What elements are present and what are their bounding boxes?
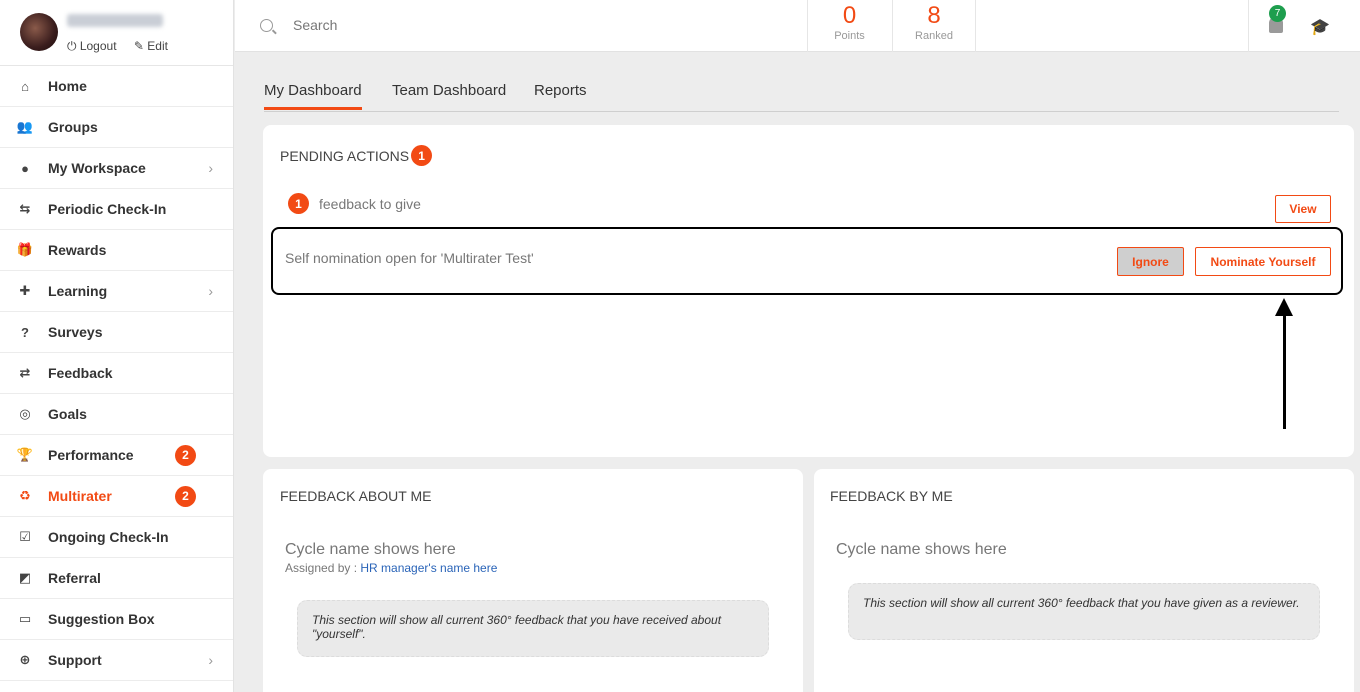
pending-actions-label: PENDING ACTIONS <box>280 147 410 164</box>
sidebar-item-surveys[interactable]: ? Surveys <box>0 312 233 353</box>
points-stat[interactable]: 0 Points <box>807 0 891 52</box>
sidebar-item-feedback[interactable]: ⇄ Feedback <box>0 353 233 394</box>
gift-icon: 🎁 <box>16 242 34 257</box>
feedback-to-give-text: feedback to give <box>319 195 421 212</box>
sidebar-item-label: Goals <box>48 406 87 422</box>
question-icon: ? <box>21 324 29 340</box>
chevron-right-icon: › <box>208 283 213 299</box>
assigned-by-label: Assigned by : <box>285 561 361 575</box>
search-input[interactable]: Search <box>293 17 337 33</box>
sidebar-item-label: Learning <box>48 283 108 299</box>
sidebar-item-label: Suggestion Box <box>48 611 155 627</box>
tab-my-dashboard[interactable]: My Dashboard <box>264 82 362 110</box>
sidebar-item-label: Performance <box>48 447 134 463</box>
feedback-by-me-placeholder: This section will show all current 360° … <box>848 583 1320 640</box>
sidebar-item-label: Groups <box>48 119 98 135</box>
points-value: 0 <box>842 2 857 29</box>
dashboard-tabs: My Dashboard Team Dashboard Reports <box>264 82 1339 112</box>
notification-badge: 7 <box>1269 5 1286 22</box>
sidebar-item-learning[interactable]: ✚ Learning › <box>0 271 233 312</box>
avatar[interactable] <box>20 13 58 51</box>
sidebar-nav: ⌂ Home 👥 Groups ● My Workspace › ⇆ Periodic Chec… <box>0 66 233 681</box>
feedback-count-badge: 1 <box>288 193 309 214</box>
target-icon: ◎ <box>19 406 31 421</box>
groups-icon: 👥 <box>16 119 34 134</box>
ranked-label: Ranked <box>915 30 953 42</box>
sidebar-item-multirater[interactable]: ♻ Multirater 2 <box>0 476 233 517</box>
feedback-by-me-title: FEEDBACK BY ME <box>830 488 953 504</box>
hr-manager-link[interactable]: HR manager's name here <box>360 561 497 575</box>
lifebuoy-icon: ⊕ <box>19 652 31 667</box>
sidebar-item-rewards[interactable]: 🎁 Rewards <box>0 230 233 271</box>
feedback-about-me-card: FEEDBACK ABOUT ME Cycle name shows here … <box>263 469 803 692</box>
sidebar-item-label: My Workspace <box>48 160 146 176</box>
sidebar-item-ongoing-check-in[interactable]: ☑ Ongoing Check-In <box>0 517 233 558</box>
search-icon <box>260 18 273 32</box>
cycle-name: Cycle name shows here <box>285 541 456 558</box>
sidebar-item-label: Rewards <box>48 242 107 258</box>
profile-panel: ⏻ Logout ✎ Edit <box>0 0 233 66</box>
count-badge: 2 <box>175 485 196 507</box>
sidebar-item-performance[interactable]: 🏆 Performance 2 <box>0 435 233 476</box>
pending-count-badge: 1 <box>411 145 433 166</box>
sidebar: ⏻ Logout ✎ Edit ⌂ Home 👥 Groups ● My Workspac… <box>0 0 234 692</box>
sidebar-item-label: Referral <box>48 570 101 586</box>
pending-actions-title: PENDING ACTIONS 1 <box>280 145 433 166</box>
sidebar-item-home[interactable]: ⌂ Home <box>0 66 233 107</box>
arrow-shaft <box>1283 312 1286 429</box>
username-blurred <box>67 14 163 27</box>
share-square-icon: ◩ <box>18 570 32 585</box>
assigned-by: Assigned by : HR manager's name here <box>285 561 497 575</box>
calendar-check-icon: ☑ <box>19 529 31 544</box>
highlight-box <box>271 227 1343 295</box>
retweet-icon: ⇆ <box>19 201 31 216</box>
sidebar-item-label: Home <box>48 78 87 94</box>
user-icon: ● <box>21 160 29 176</box>
trophy-icon: 🏆 <box>16 447 34 462</box>
ranked-value: 8 <box>927 2 941 29</box>
tab-team-dashboard[interactable]: Team Dashboard <box>392 82 506 107</box>
puzzle-icon: ✚ <box>19 283 31 298</box>
sidebar-item-suggestion-box[interactable]: ▭ Suggestion Box <box>0 599 233 640</box>
home-icon: ⌂ <box>21 78 29 94</box>
search-box[interactable]: Search <box>260 17 337 33</box>
logout-link[interactable]: ⏻ Logout <box>67 39 117 53</box>
recycle-icon: ♻ <box>19 488 31 503</box>
points-label: Points <box>834 30 865 42</box>
graduation-cap-icon[interactable]: 🎓 <box>1310 17 1330 37</box>
inbox-icon: ▭ <box>18 611 32 626</box>
notifications-button[interactable]: 7 <box>1248 0 1300 52</box>
feedback-by-me-card: FEEDBACK BY ME Cycle name shows here Thi… <box>814 469 1354 692</box>
sidebar-item-periodic-check-in[interactable]: ⇆ Periodic Check-In <box>0 189 233 230</box>
count-badge: 2 <box>175 444 196 466</box>
sidebar-item-label: Periodic Check-In <box>48 201 167 217</box>
sidebar-item-goals[interactable]: ◎ Goals <box>0 394 233 435</box>
edit-link[interactable]: ✎ Edit <box>134 39 168 53</box>
cycle-name: Cycle name shows here <box>836 541 1007 558</box>
sidebar-item-label: Ongoing Check-In <box>48 529 169 545</box>
top-bar: Search 0 Points 8 Ranked 7 🎓 <box>235 0 1360 52</box>
sidebar-item-label: Feedback <box>48 365 113 381</box>
feedback-about-me-title: FEEDBACK ABOUT ME <box>280 488 432 504</box>
sidebar-item-label: Multirater <box>48 488 112 504</box>
chevron-right-icon: › <box>208 652 213 668</box>
tab-reports[interactable]: Reports <box>534 82 587 107</box>
ranked-stat[interactable]: 8 Ranked <box>892 0 976 52</box>
feedback-to-give-row: 1 feedback to give <box>288 193 421 214</box>
sidebar-item-label: Support <box>48 652 102 668</box>
sidebar-item-support[interactable]: ⊕ Support › <box>0 640 233 681</box>
sidebar-item-groups[interactable]: 👥 Groups <box>0 107 233 148</box>
view-button[interactable]: View <box>1275 195 1331 223</box>
sidebar-item-label: Surveys <box>48 324 103 340</box>
profile-links: ⏻ Logout ✎ Edit <box>67 39 182 54</box>
exchange-icon: ⇄ <box>19 365 31 380</box>
chevron-right-icon: › <box>208 160 213 176</box>
feedback-about-me-placeholder: This section will show all current 360° … <box>297 600 769 657</box>
sidebar-item-referral[interactable]: ◩ Referral <box>0 558 233 599</box>
sidebar-item-my-workspace[interactable]: ● My Workspace › <box>0 148 233 189</box>
